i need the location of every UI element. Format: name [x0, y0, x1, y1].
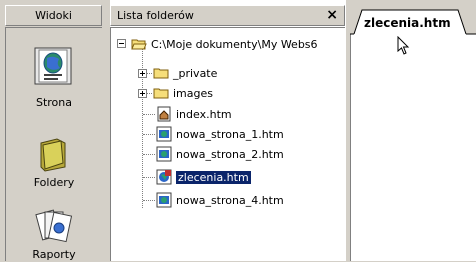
- web-page-icon: [156, 126, 172, 142]
- tree-item-zlecenia[interactable]: zlecenia.htm: [156, 167, 251, 187]
- views-bar-body: Strona Foldery Raporty: [5, 27, 102, 261]
- folder-list-header: Lista folderów ×: [110, 5, 345, 26]
- page-view-icon: [34, 47, 72, 85]
- tree-item-page-2[interactable]: nowa_strona_2.htm: [156, 144, 284, 164]
- view-button-folders[interactable]: Foldery: [6, 128, 102, 189]
- tree-item-page-1[interactable]: nowa_strona_1.htm: [156, 124, 284, 144]
- folder-view-icon: [40, 138, 66, 172]
- tree-item-label: nowa_strona_2.htm: [176, 147, 284, 161]
- tree-item-label: images: [173, 86, 213, 100]
- tree-item-label: C:\Moje dokumenty\My Webs6: [151, 37, 318, 51]
- view-label-folders: Foldery: [33, 176, 75, 189]
- view-button-reports[interactable]: Raporty: [6, 204, 102, 262]
- tree-item-images[interactable]: images: [153, 83, 213, 103]
- tree-item-label-selected: zlecenia.htm: [176, 170, 251, 184]
- view-button-page[interactable]: Strona: [6, 28, 102, 109]
- mouse-cursor-icon: [397, 36, 410, 55]
- editor-tab-zlecenia[interactable]: zlecenia.htm: [364, 16, 451, 30]
- folder-icon: [153, 88, 169, 99]
- expand-toggle[interactable]: [138, 89, 147, 98]
- tree-item-label: nowa_strona_4.htm: [176, 193, 284, 207]
- folder-tree[interactable]: C:\Moje dokumenty\My Webs6 _private imag…: [110, 27, 345, 261]
- views-bar-header: Widoki: [5, 5, 102, 26]
- home-page-icon: [157, 106, 171, 122]
- close-icon[interactable]: ×: [326, 6, 338, 25]
- tree-item-label: _private: [173, 66, 218, 80]
- tree-item-private[interactable]: _private: [153, 63, 217, 83]
- folder-icon: [153, 68, 169, 79]
- expand-toggle[interactable]: [138, 69, 147, 78]
- tree-item-page-4[interactable]: nowa_strona_4.htm: [156, 190, 284, 210]
- editor-area[interactable]: [350, 0, 476, 261]
- tree-item-root[interactable]: C:\Moje dokumenty\My Webs6: [131, 34, 318, 54]
- tree-item-index[interactable]: index.htm: [156, 104, 232, 124]
- view-label-reports: Raporty: [32, 248, 76, 261]
- folder-list-title: Lista folderów: [117, 9, 194, 22]
- view-label-page: Strona: [35, 96, 73, 109]
- tree-item-label: index.htm: [176, 107, 232, 121]
- tree-guide-line: [143, 114, 155, 116]
- tree-guide-line: [143, 200, 155, 202]
- tree-guide-line: [143, 154, 155, 156]
- collapse-toggle[interactable]: [117, 39, 126, 48]
- web-page-icon: [156, 192, 172, 208]
- tree-guide-line: [143, 177, 155, 179]
- reports-view-icon: [35, 209, 73, 243]
- web-page-icon: [156, 169, 172, 185]
- web-page-icon: [156, 146, 172, 162]
- tree-item-label: nowa_strona_1.htm: [176, 127, 284, 141]
- tree-guide-line: [143, 134, 155, 136]
- open-folder-icon: [131, 39, 147, 50]
